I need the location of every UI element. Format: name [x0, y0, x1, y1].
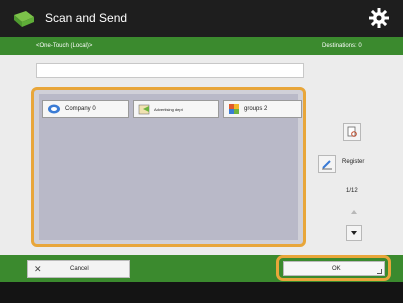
- list-item-label: Company 0: [65, 106, 96, 112]
- list-item-label: Advertising dept: [154, 106, 183, 112]
- app-title: Scan and Send: [45, 11, 128, 25]
- list-item[interactable]: Company 0: [42, 100, 129, 118]
- breadcrumb: <One-Touch (Local)>: [36, 43, 93, 49]
- department-icon: [138, 104, 150, 115]
- chevron-up-icon: [351, 210, 357, 214]
- edit-pen-icon: [322, 160, 332, 170]
- destinations-count: Destinations: 0: [322, 43, 362, 49]
- list-item[interactable]: groups 2: [223, 100, 302, 118]
- address-list: Company 0 Advertising dept groups 2: [31, 87, 306, 247]
- scan-send-icon: [14, 11, 34, 27]
- details-button[interactable]: [343, 123, 361, 141]
- sub-header: <One-Touch (Local)> Destinations: 0: [0, 37, 403, 55]
- company-icon: [48, 104, 60, 114]
- main-panel: Company 0 Advertising dept groups 2 Regi…: [0, 55, 403, 255]
- ok-label: OK: [332, 266, 341, 272]
- chevron-down-icon: [351, 231, 357, 235]
- title-bar: Scan and Send: [0, 0, 403, 37]
- cancel-button[interactable]: ✕ Cancel: [27, 260, 130, 278]
- close-icon: ✕: [34, 264, 42, 274]
- address-list-area: Company 0 Advertising dept groups 2: [39, 94, 302, 240]
- cancel-label: Cancel: [70, 266, 89, 272]
- document-details-icon: [347, 126, 357, 137]
- footer-bar: [0, 282, 403, 303]
- page-indicator: 1/12: [346, 188, 358, 194]
- gear-icon[interactable]: [368, 7, 390, 29]
- list-item-label: groups 2: [244, 106, 268, 112]
- corner-arrow-icon: [377, 269, 382, 274]
- ok-highlight: OK: [276, 255, 391, 281]
- group-icon: [229, 104, 239, 114]
- search-input[interactable]: [36, 63, 304, 78]
- bottom-bar: ✕ Cancel OK: [0, 255, 403, 282]
- ok-button[interactable]: OK: [283, 261, 385, 276]
- register-button[interactable]: [318, 155, 336, 173]
- register-label: Register: [342, 159, 365, 165]
- scroll-up-button[interactable]: [346, 204, 362, 220]
- scroll-down-button[interactable]: [346, 225, 362, 241]
- list-item[interactable]: Advertising dept: [133, 100, 219, 118]
